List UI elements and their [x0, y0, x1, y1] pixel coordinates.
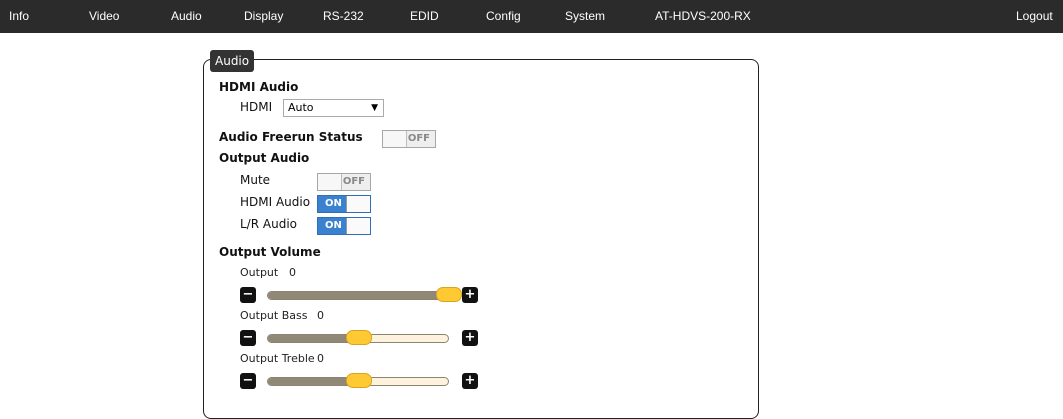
minus-icon: −: [242, 373, 254, 388]
nav-system[interactable]: System: [565, 0, 605, 33]
plus-icon: +: [464, 373, 476, 388]
freerun-toggle[interactable]: OFF: [382, 130, 436, 148]
panel-legend: Audio: [210, 50, 255, 72]
plus-icon: +: [464, 287, 476, 302]
nav-display[interactable]: Display: [244, 0, 283, 33]
hdmi-audio-heading: HDMI Audio: [219, 80, 299, 94]
bass-increase-button[interactable]: +: [462, 330, 478, 346]
lr-audio-toggle[interactable]: ON: [317, 217, 371, 235]
treble-slider-label: Output Treble: [240, 352, 315, 365]
toggle-knob: [318, 174, 342, 190]
freerun-label: Audio Freerun Status: [219, 130, 363, 144]
slider-handle[interactable]: [346, 373, 372, 388]
bass-slider[interactable]: [267, 330, 449, 345]
nav-edid[interactable]: EDID: [410, 0, 439, 33]
nav-config[interactable]: Config: [486, 0, 521, 33]
nav-audio[interactable]: Audio: [171, 0, 202, 33]
mute-toggle[interactable]: OFF: [317, 173, 371, 191]
nav-rs232[interactable]: RS-232: [323, 0, 364, 33]
chevron-down-icon: ▼: [371, 103, 378, 113]
minus-icon: −: [242, 287, 254, 302]
nav-device-name[interactable]: AT-HDVS-200-RX: [655, 0, 751, 33]
hdmi-audio-output-toggle[interactable]: ON: [317, 195, 371, 213]
nav-video[interactable]: Video: [89, 0, 119, 33]
top-navigation-bar: Info Video Audio Display RS-232 EDID Con…: [0, 0, 1063, 33]
toggle-knob: [346, 196, 370, 212]
mute-label: Mute: [240, 173, 271, 187]
hdmi-audio-selected-value: Auto: [288, 101, 314, 114]
output-slider-label: Output: [240, 266, 279, 279]
bass-slider-label: Output Bass: [240, 309, 308, 322]
nav-info[interactable]: Info: [9, 0, 29, 33]
toggle-state-label: OFF: [407, 133, 430, 144]
logout-link[interactable]: Logout: [1016, 0, 1053, 33]
bass-decrease-button[interactable]: −: [240, 330, 256, 346]
output-volume-heading: Output Volume: [219, 245, 321, 259]
output-audio-heading: Output Audio: [219, 151, 310, 165]
toggle-knob: [346, 218, 370, 234]
toggle-state-label: OFF: [342, 176, 365, 187]
output-increase-button[interactable]: +: [462, 287, 478, 303]
slider-handle[interactable]: [346, 330, 372, 345]
minus-icon: −: [242, 330, 254, 345]
output-decrease-button[interactable]: −: [240, 287, 256, 303]
treble-slider[interactable]: [267, 373, 449, 388]
hdmi-select-label: HDMI: [240, 100, 273, 114]
slider-handle[interactable]: [436, 287, 462, 302]
toggle-state-label: ON: [325, 198, 342, 209]
output-slider-value: 0: [289, 266, 296, 279]
bass-slider-value: 0: [317, 309, 324, 322]
hdmi-audio-output-label: HDMI Audio: [240, 195, 311, 209]
treble-decrease-button[interactable]: −: [240, 373, 256, 389]
toggle-state-label: ON: [325, 220, 342, 231]
toggle-knob: [383, 131, 407, 147]
lr-audio-label: L/R Audio: [240, 217, 297, 231]
treble-slider-value: 0: [317, 352, 324, 365]
slider-fill: [268, 292, 449, 299]
output-slider[interactable]: [267, 287, 462, 302]
treble-increase-button[interactable]: +: [462, 373, 478, 389]
plus-icon: +: [464, 330, 476, 345]
hdmi-audio-select[interactable]: Auto ▼: [283, 99, 384, 117]
